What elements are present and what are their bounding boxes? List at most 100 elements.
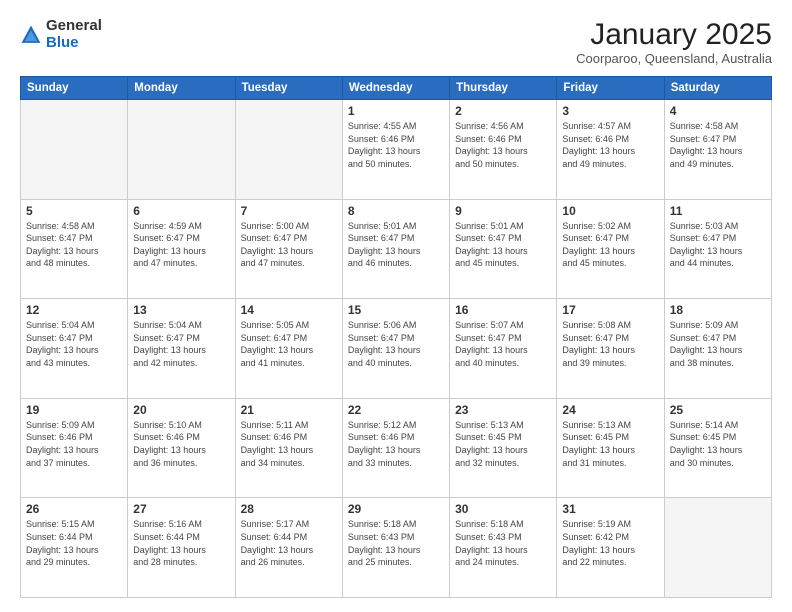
calendar-cell: 12 Sunrise: 5:04 AMSunset: 6:47 PMDayligh… [21, 299, 128, 399]
day-number: 2 [455, 104, 551, 118]
weekday-header-friday: Friday [557, 77, 664, 100]
day-number: 8 [348, 204, 444, 218]
calendar-subtitle: Coorparoo, Queensland, Australia [576, 51, 772, 66]
calendar-cell: 15 Sunrise: 5:06 AMSunset: 6:47 PMDayligh… [342, 299, 449, 399]
calendar-cell: 22 Sunrise: 5:12 AMSunset: 6:46 PMDayligh… [342, 398, 449, 498]
logo: General Blue [20, 18, 102, 51]
day-info: Sunrise: 5:13 AMSunset: 6:45 PMDaylight:… [562, 419, 658, 469]
calendar-cell: 2 Sunrise: 4:56 AMSunset: 6:46 PMDaylight… [450, 100, 557, 200]
day-info: Sunrise: 5:13 AMSunset: 6:45 PMDaylight:… [455, 419, 551, 469]
day-info: Sunrise: 4:57 AMSunset: 6:46 PMDaylight:… [562, 120, 658, 170]
day-info: Sunrise: 5:18 AMSunset: 6:43 PMDaylight:… [348, 518, 444, 568]
day-info: Sunrise: 5:02 AMSunset: 6:47 PMDaylight:… [562, 220, 658, 270]
calendar-cell: 27Sunrise: 5:16 AMSunset: 6:44 PMDayligh… [128, 498, 235, 598]
logo-icon [20, 24, 42, 46]
day-number: 12 [26, 303, 122, 317]
day-info: Sunrise: 4:56 AMSunset: 6:46 PMDaylight:… [455, 120, 551, 170]
calendar-cell [21, 100, 128, 200]
day-info: Sunrise: 5:10 AMSunset: 6:46 PMDaylight:… [133, 419, 229, 469]
day-info: Sunrise: 5:08 AMSunset: 6:47 PMDaylight:… [562, 319, 658, 369]
calendar-cell: 18 Sunrise: 5:09 AMSunset: 6:47 PMDayligh… [664, 299, 771, 399]
calendar-cell: 13 Sunrise: 5:04 AMSunset: 6:47 PMDayligh… [128, 299, 235, 399]
day-number: 14 [241, 303, 337, 317]
logo-blue: Blue [46, 34, 79, 51]
day-number: 11 [670, 204, 766, 218]
calendar-cell: 31Sunrise: 5:19 AMSunset: 6:42 PMDayligh… [557, 498, 664, 598]
week-row-1: 1 Sunrise: 4:55 AMSunset: 6:46 PMDaylight… [21, 100, 772, 200]
day-info: Sunrise: 5:00 AMSunset: 6:47 PMDaylight:… [241, 220, 337, 270]
weekday-header-row: SundayMondayTuesdayWednesdayThursdayFrid… [21, 77, 772, 100]
calendar-cell: 11 Sunrise: 5:03 AMSunset: 6:47 PMDayligh… [664, 199, 771, 299]
day-number: 9 [455, 204, 551, 218]
title-block: January 2025 Coorparoo, Queensland, Aust… [576, 18, 772, 66]
day-info: Sunrise: 5:11 AMSunset: 6:46 PMDaylight:… [241, 419, 337, 469]
day-info: Sunrise: 5:19 AMSunset: 6:42 PMDaylight:… [562, 518, 658, 568]
weekday-header-wednesday: Wednesday [342, 77, 449, 100]
calendar-cell: 28 Sunrise: 5:17 AMSunset: 6:44 PMDayligh… [235, 498, 342, 598]
day-number: 27 [133, 502, 229, 516]
day-info: Sunrise: 5:06 AMSunset: 6:47 PMDaylight:… [348, 319, 444, 369]
calendar-cell: 5 Sunrise: 4:58 AMSunset: 6:47 PMDaylight… [21, 199, 128, 299]
day-number: 29 [348, 502, 444, 516]
day-number: 18 [670, 303, 766, 317]
day-number: 5 [26, 204, 122, 218]
day-info: Sunrise: 5:01 AMSunset: 6:47 PMDaylight:… [455, 220, 551, 270]
day-info: Sunrise: 5:09 AMSunset: 6:47 PMDaylight:… [670, 319, 766, 369]
day-info: Sunrise: 4:55 AMSunset: 6:46 PMDaylight:… [348, 120, 444, 170]
day-info: Sunrise: 5:14 AMSunset: 6:45 PMDaylight:… [670, 419, 766, 469]
calendar-cell: 7 Sunrise: 5:00 AMSunset: 6:47 PMDaylight… [235, 199, 342, 299]
calendar-cell: 30 Sunrise: 5:18 AMSunset: 6:43 PMDayligh… [450, 498, 557, 598]
calendar-cell: 25Sunrise: 5:14 AMSunset: 6:45 PMDayligh… [664, 398, 771, 498]
day-info: Sunrise: 5:15 AMSunset: 6:44 PMDaylight:… [26, 518, 122, 568]
weekday-header-saturday: Saturday [664, 77, 771, 100]
calendar-title: January 2025 [576, 18, 772, 51]
day-number: 22 [348, 403, 444, 417]
week-row-2: 5 Sunrise: 4:58 AMSunset: 6:47 PMDaylight… [21, 199, 772, 299]
day-info: Sunrise: 5:04 AMSunset: 6:47 PMDaylight:… [133, 319, 229, 369]
day-info: Sunrise: 5:07 AMSunset: 6:47 PMDaylight:… [455, 319, 551, 369]
day-info: Sunrise: 5:17 AMSunset: 6:44 PMDaylight:… [241, 518, 337, 568]
calendar-cell: 3Sunrise: 4:57 AMSunset: 6:46 PMDaylight… [557, 100, 664, 200]
day-number: 15 [348, 303, 444, 317]
calendar-cell [235, 100, 342, 200]
day-info: Sunrise: 5:01 AMSunset: 6:47 PMDaylight:… [348, 220, 444, 270]
week-row-5: 26 Sunrise: 5:15 AMSunset: 6:44 PMDayligh… [21, 498, 772, 598]
calendar-cell: 16 Sunrise: 5:07 AMSunset: 6:47 PMDayligh… [450, 299, 557, 399]
week-row-4: 19Sunrise: 5:09 AMSunset: 6:46 PMDayligh… [21, 398, 772, 498]
day-number: 16 [455, 303, 551, 317]
day-number: 4 [670, 104, 766, 118]
logo-general: General [46, 17, 102, 34]
calendar-cell: 20Sunrise: 5:10 AMSunset: 6:46 PMDayligh… [128, 398, 235, 498]
weekday-header-thursday: Thursday [450, 77, 557, 100]
weekday-header-sunday: Sunday [21, 77, 128, 100]
calendar-cell: 10 Sunrise: 5:02 AMSunset: 6:47 PMDayligh… [557, 199, 664, 299]
day-info: Sunrise: 5:04 AMSunset: 6:47 PMDaylight:… [26, 319, 122, 369]
calendar-cell: 29 Sunrise: 5:18 AMSunset: 6:43 PMDayligh… [342, 498, 449, 598]
day-info: Sunrise: 5:12 AMSunset: 6:46 PMDaylight:… [348, 419, 444, 469]
day-number: 19 [26, 403, 122, 417]
calendar-cell: 21Sunrise: 5:11 AMSunset: 6:46 PMDayligh… [235, 398, 342, 498]
day-info: Sunrise: 5:03 AMSunset: 6:47 PMDaylight:… [670, 220, 766, 270]
weekday-header-tuesday: Tuesday [235, 77, 342, 100]
day-info: Sunrise: 5:18 AMSunset: 6:43 PMDaylight:… [455, 518, 551, 568]
calendar-cell: 8 Sunrise: 5:01 AMSunset: 6:47 PMDaylight… [342, 199, 449, 299]
calendar-cell: 19Sunrise: 5:09 AMSunset: 6:46 PMDayligh… [21, 398, 128, 498]
header: General Blue January 2025 Coorparoo, Que… [20, 18, 772, 66]
day-number: 10 [562, 204, 658, 218]
day-number: 28 [241, 502, 337, 516]
calendar-cell: 17Sunrise: 5:08 AMSunset: 6:47 PMDayligh… [557, 299, 664, 399]
day-number: 7 [241, 204, 337, 218]
day-number: 26 [26, 502, 122, 516]
day-info: Sunrise: 4:58 AMSunset: 6:47 PMDaylight:… [670, 120, 766, 170]
calendar-cell: 6Sunrise: 4:59 AMSunset: 6:47 PMDaylight… [128, 199, 235, 299]
day-number: 30 [455, 502, 551, 516]
day-number: 23 [455, 403, 551, 417]
day-number: 13 [133, 303, 229, 317]
page: General Blue January 2025 Coorparoo, Que… [0, 0, 792, 612]
calendar-cell: 24Sunrise: 5:13 AMSunset: 6:45 PMDayligh… [557, 398, 664, 498]
logo-text: General Blue [46, 18, 102, 51]
day-number: 1 [348, 104, 444, 118]
week-row-3: 12 Sunrise: 5:04 AMSunset: 6:47 PMDayligh… [21, 299, 772, 399]
calendar-cell [664, 498, 771, 598]
day-info: Sunrise: 4:58 AMSunset: 6:47 PMDaylight:… [26, 220, 122, 270]
